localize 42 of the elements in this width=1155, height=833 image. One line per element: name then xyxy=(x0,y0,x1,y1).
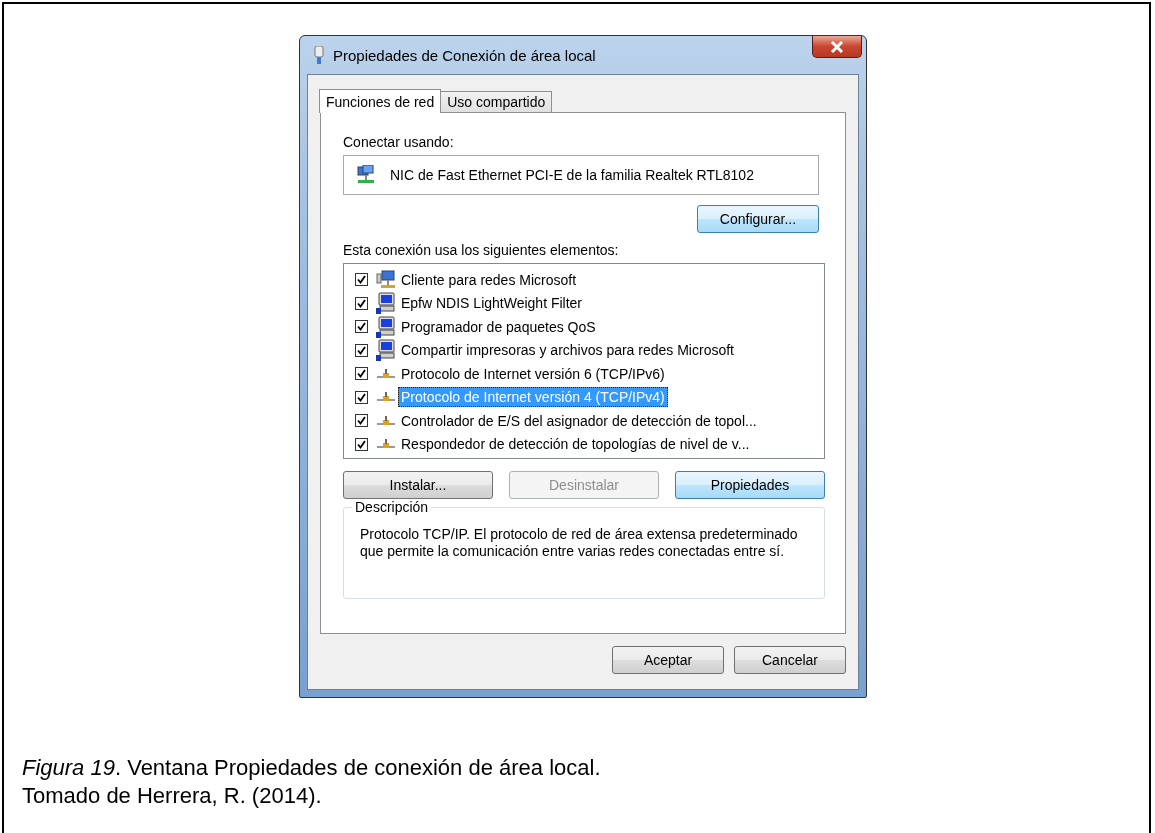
list-item[interactable]: Programador de paquetes QoS xyxy=(398,316,599,337)
list-item[interactable]: Respondedor de detección de topologías de nivel de v... xyxy=(398,434,753,455)
dialog-button[interactable]: Aceptar xyxy=(612,646,724,674)
plug-icon xyxy=(314,46,324,64)
tab[interactable]: Funciones de red xyxy=(319,89,442,113)
close-icon xyxy=(830,40,844,53)
list-item[interactable]: Compartir impresoras y archivos para redes Microsoft xyxy=(398,340,737,361)
list-label: Esta conexión usa los siguientes elementos: xyxy=(343,242,620,258)
checkbox[interactable] xyxy=(355,343,368,357)
list-item[interactable]: Epfw NDIS LightWeight Filter xyxy=(398,293,586,314)
network-adapter-icon xyxy=(356,165,376,185)
caption-line: Tomado de Herrera, R. (2014). xyxy=(22,782,323,810)
configure-button[interactable]: Configurar... xyxy=(697,205,819,233)
window-title: Propiedades de Conexión de área local xyxy=(333,46,596,64)
field-label: Conectar usando: xyxy=(343,134,455,150)
caption-line: Figura 19. Ventana Propiedades de conexión de área local. xyxy=(22,754,602,782)
adapter-name: NIC de Fast Ethernet PCI-E de la familia Realtek RTL8102 xyxy=(390,167,754,183)
checkbox[interactable] xyxy=(355,367,368,381)
list-item[interactable]: Protocolo de Internet versión 6 (TCP/IPv6) xyxy=(398,363,668,384)
action-button[interactable]: Propiedades xyxy=(675,471,825,499)
group-legend: Descripción xyxy=(352,499,432,515)
checkbox[interactable] xyxy=(355,320,368,334)
action-button[interactable]: Instalar... xyxy=(343,471,493,499)
list-item[interactable]: Controlador de E/S del asignador de detección de topol... xyxy=(398,410,760,431)
checkbox[interactable] xyxy=(355,414,368,428)
list-item[interactable]: Cliente para redes Microsoft xyxy=(398,269,580,290)
network-connector-icon xyxy=(376,367,396,380)
description-text: Protocolo TCP/IP. El protocolo de red de área extensa predeterminado que permite la comunicación entre varias redes conectadas entre sí. xyxy=(360,526,799,560)
checkbox[interactable] xyxy=(355,437,368,451)
checkbox[interactable] xyxy=(355,296,368,310)
dialog-button[interactable]: Cancelar xyxy=(734,646,846,674)
network-connector-icon xyxy=(376,414,396,427)
checkbox[interactable] xyxy=(355,273,368,287)
network-connector-icon xyxy=(376,438,396,451)
computer-icon xyxy=(376,339,396,362)
close-button[interactable] xyxy=(812,36,862,58)
computer-icon xyxy=(376,315,396,338)
network-monitor-icon xyxy=(376,269,396,290)
computer-icon xyxy=(376,292,396,315)
checkbox[interactable] xyxy=(355,390,368,404)
network-connector-icon xyxy=(376,391,396,404)
tab[interactable]: Uso compartido xyxy=(440,91,553,112)
